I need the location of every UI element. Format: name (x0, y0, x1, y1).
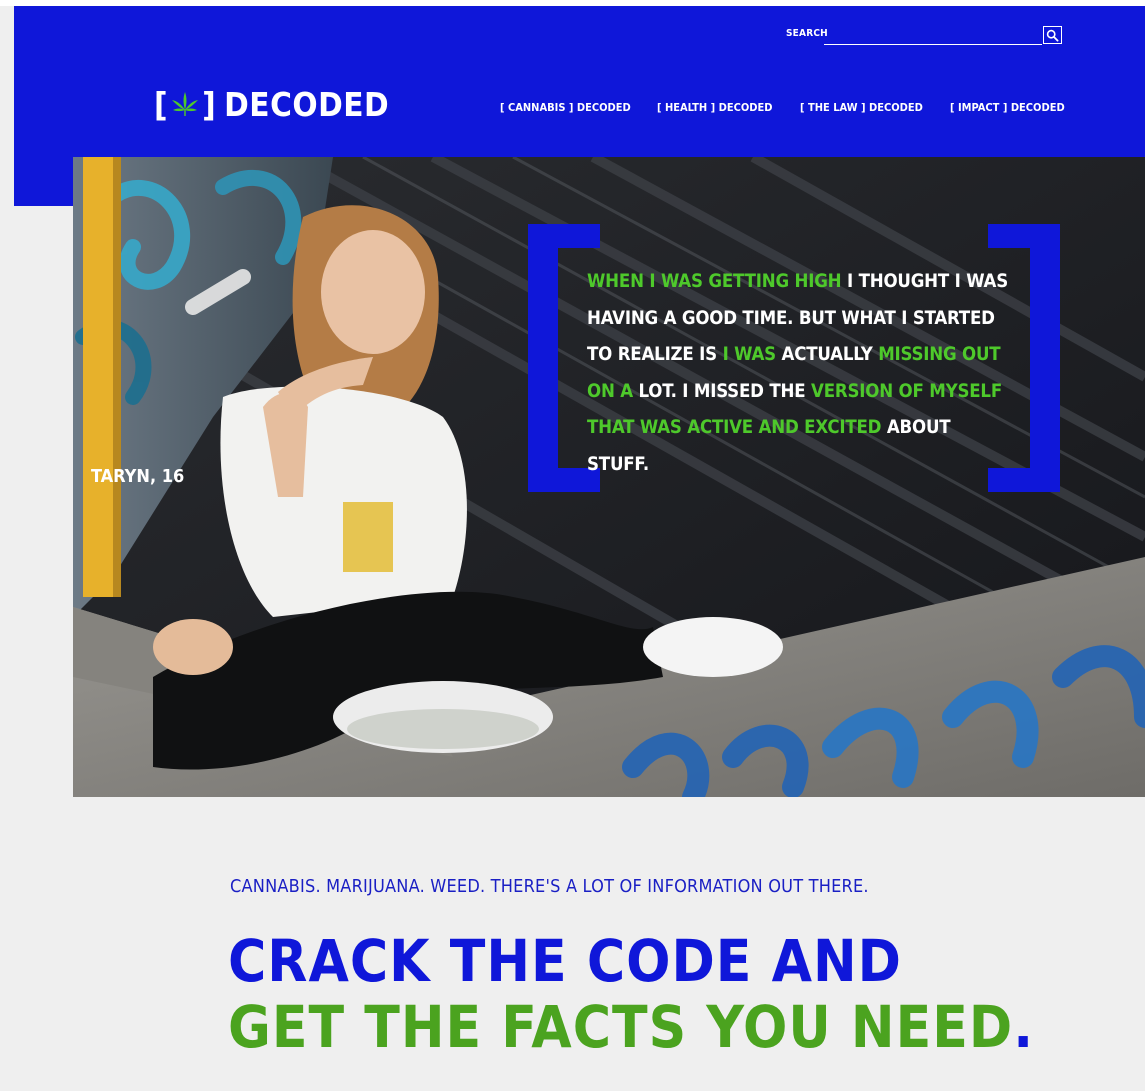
nav-item-impact[interactable]: [ IMPACT ] DECODED (950, 101, 1065, 114)
search-button[interactable] (1043, 26, 1062, 44)
headline-line-2-text: GET THE FACTS YOU NEED (228, 993, 1014, 1061)
headline-period: . (1013, 993, 1035, 1061)
nav-item-health[interactable]: [ HEALTH ] DECODED (657, 101, 772, 114)
intro-subtitle: CANNABIS. MARIJUANA. WEED. THERE'S A LOT… (230, 876, 869, 897)
search-bar: SEARCH (786, 26, 1062, 46)
logo-bracket-open: [ (154, 84, 169, 124)
logo-text: DECODED (224, 84, 390, 124)
search-icon (1046, 29, 1059, 42)
headline-line-2: GET THE FACTS YOU NEED. (228, 994, 1034, 1060)
nav-item-the-law[interactable]: [ THE LAW ] DECODED (800, 101, 923, 114)
quote-author: TARYN, 16 (91, 466, 185, 487)
search-input[interactable] (824, 26, 1042, 45)
search-label: SEARCH (786, 28, 828, 39)
nav-item-cannabis[interactable]: [ CANNABIS ] DECODED (500, 101, 631, 114)
quote-text: WHEN I WAS GETTING HIGH I THOUGHT I WAS … (587, 264, 1017, 483)
cannabis-leaf-icon (170, 89, 200, 119)
testimonial-quote: WHEN I WAS GETTING HIGH I THOUGHT I WAS … (528, 224, 1060, 492)
quote-highlight: WHEN I WAS GETTING HIGH (587, 271, 842, 292)
intro-headline: CRACK THE CODE AND GET THE FACTS YOU NEE… (228, 928, 1034, 1060)
site-logo[interactable]: [ ] DECODED (154, 84, 389, 124)
logo-bracket-close: ] (202, 84, 217, 124)
quote-segment: LOT. I MISSED THE (632, 380, 812, 402)
quote-highlight: I WAS (722, 344, 777, 365)
quote-segment: ACTUALLY (775, 344, 879, 365)
headline-line-1: CRACK THE CODE AND (228, 927, 902, 995)
